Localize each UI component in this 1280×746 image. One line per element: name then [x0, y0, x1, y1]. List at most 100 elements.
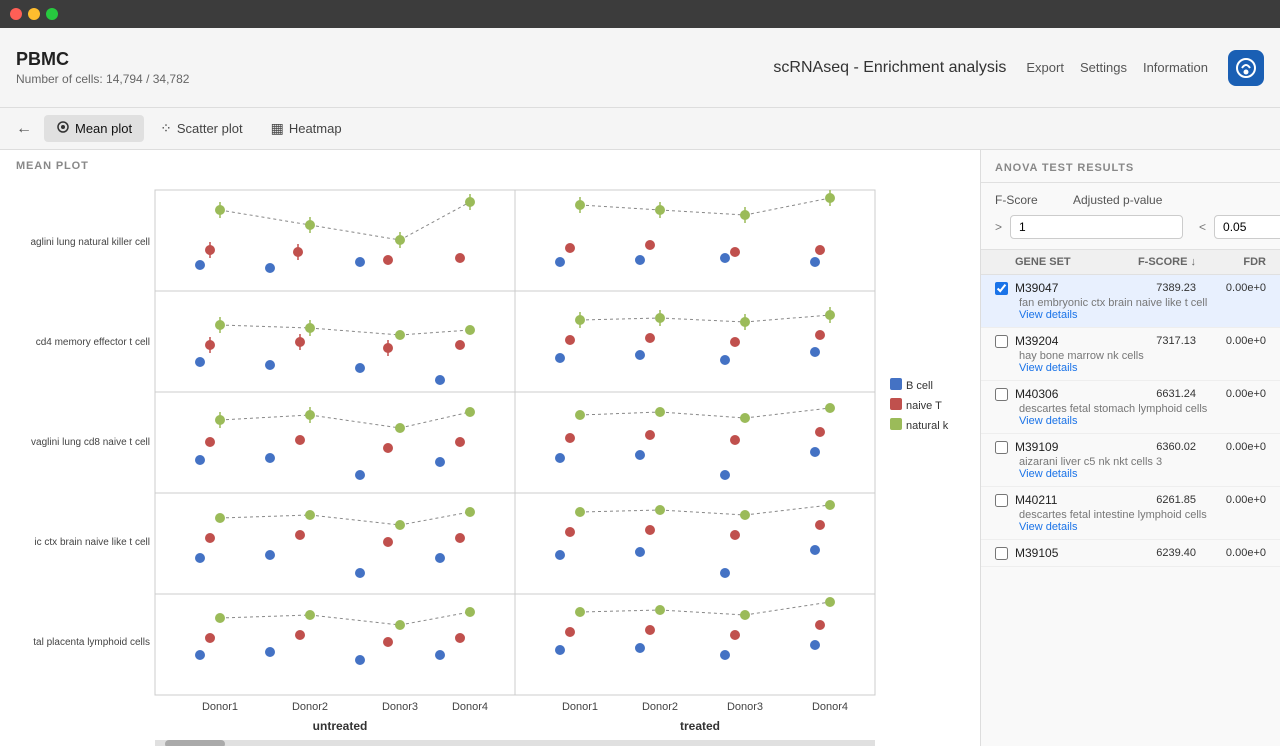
toolbar: ← Mean plot ⁘ Scatter plot ▦ Heatmap [0, 108, 1280, 150]
svg-text:Donor1: Donor1 [202, 701, 238, 713]
information-button[interactable]: Information [1143, 60, 1208, 75]
back-button[interactable]: ← [16, 120, 32, 138]
scrollbar-thumb[interactable] [165, 740, 225, 746]
fdr-val-1: 0.00e+0 [1196, 335, 1266, 347]
row-link-1[interactable]: View details [995, 362, 1266, 374]
result-row-2[interactable]: M40306 6631.24 0.00e+0 descartes fetal s… [981, 381, 1280, 434]
svg-text:natural k: natural k [906, 420, 949, 432]
fscore-filter-row: F-Score Adjusted p-value [995, 193, 1266, 207]
fscore-val-3: 6360.02 [1116, 441, 1196, 453]
fscore-val-1: 7317.13 [1116, 335, 1196, 347]
header-fscore[interactable]: F-SCORE ↓ [1116, 256, 1196, 268]
cell-count: Number of cells: 14,794 / 34,782 [16, 72, 189, 86]
result-row-1[interactable]: M39204 7317.13 0.00e+0 hay bone marrow n… [981, 328, 1280, 381]
row-link-3[interactable]: View details [995, 468, 1266, 480]
heatmap-icon: ▦ [271, 120, 284, 137]
results-table: M39047 7389.23 0.00e+0 fan embryonic ctx… [981, 275, 1280, 746]
svg-text:vaglini lung cd8 naive t cell: vaglini lung cd8 naive t cell [31, 437, 150, 448]
result-row-0[interactable]: M39047 7389.23 0.00e+0 fan embryonic ctx… [981, 275, 1280, 328]
row-checkbox-0[interactable] [995, 282, 1015, 295]
row-desc-0: fan embryonic ctx brain naive like t cel… [995, 297, 1266, 309]
settings-button[interactable]: Settings [1080, 60, 1127, 75]
fscore-input[interactable] [1010, 215, 1183, 239]
row-link-4[interactable]: View details [995, 521, 1266, 533]
fscore-prefix: > [995, 220, 1002, 234]
svg-text:ic ctx brain naive like t cell: ic ctx brain naive like t cell [34, 537, 150, 548]
minimize-button[interactable] [28, 8, 40, 20]
fscore-val-4: 6261.85 [1116, 494, 1196, 506]
close-button[interactable] [10, 8, 22, 20]
tab-scatter-plot-label: Scatter plot [177, 121, 243, 136]
header-actions: Export Settings Information [1026, 60, 1208, 75]
header-right: scRNAseq - Enrichment analysis Export Se… [773, 50, 1264, 86]
header-check [995, 256, 1015, 268]
fscore-val-0: 7389.23 [1116, 282, 1196, 294]
svg-text:tal placenta lymphoid cells: tal placenta lymphoid cells [33, 637, 150, 648]
scatter-plot-icon: ⁘ [160, 120, 172, 137]
tab-scatter-plot[interactable]: ⁘ Scatter plot [148, 115, 255, 142]
fdr-val-2: 0.00e+0 [1196, 388, 1266, 400]
right-panel: ANOVA TEST RESULTS F-Score Adjusted p-va… [980, 150, 1280, 746]
fdr-val-4: 0.00e+0 [1196, 494, 1266, 506]
svg-text:untreated: untreated [313, 719, 368, 733]
result-row-3[interactable]: M39109 6360.02 0.00e+0 aizarani liver c5… [981, 434, 1280, 487]
tab-heatmap[interactable]: ▦ Heatmap [259, 115, 354, 142]
row-checkbox-3[interactable] [995, 441, 1015, 454]
row-link-0[interactable]: View details [995, 309, 1266, 321]
tab-heatmap-label: Heatmap [289, 121, 342, 136]
anova-section-label: ANOVA TEST RESULTS [981, 150, 1280, 183]
result-row-4[interactable]: M40211 6261.85 0.00e+0 descartes fetal i… [981, 487, 1280, 540]
pvalue-input[interactable] [1214, 215, 1280, 239]
gene-set-name-5: M39105 [1015, 546, 1116, 560]
app-title: scRNAseq - Enrichment analysis [773, 59, 1006, 77]
mean-plot-icon [56, 120, 70, 137]
svg-text:Donor3: Donor3 [382, 701, 418, 713]
gene-set-name-3: M39109 [1015, 440, 1116, 454]
gene-set-name-1: M39204 [1015, 334, 1116, 348]
tab-mean-plot-label: Mean plot [75, 121, 132, 136]
pvalue-filter-label: Adjusted p-value [1073, 193, 1183, 207]
app-container: PBMC Number of cells: 14,794 / 34,782 sc… [0, 28, 1280, 746]
svg-text:Donor4: Donor4 [812, 701, 848, 713]
header-fdr: FDR [1196, 256, 1266, 268]
svg-text:Donor1: Donor1 [562, 701, 598, 713]
row-desc-2: descartes fetal stomach lymphoid cells [995, 403, 1266, 415]
row-checkbox-2[interactable] [995, 388, 1015, 401]
svg-text:Donor2: Donor2 [292, 701, 328, 713]
maximize-button[interactable] [46, 8, 58, 20]
row-checkbox-4[interactable] [995, 494, 1015, 507]
plot-area: MEAN PLOT aglini lung natural killer cel… [0, 150, 980, 746]
header-left: PBMC Number of cells: 14,794 / 34,782 [16, 49, 189, 86]
svg-text:Donor2: Donor2 [642, 701, 678, 713]
fdr-val-3: 0.00e+0 [1196, 441, 1266, 453]
filter-section: F-Score Adjusted p-value > < [981, 183, 1280, 250]
tab-mean-plot[interactable]: Mean plot [44, 115, 144, 142]
plot-content[interactable]: aglini lung natural killer cell cd4 memo… [0, 176, 980, 746]
fdr-val-0: 0.00e+0 [1196, 282, 1266, 294]
gene-set-name-2: M40306 [1015, 387, 1116, 401]
svg-text:Donor3: Donor3 [727, 701, 763, 713]
row-desc-3: aizarani liver c5 nk nkt cells 3 [995, 456, 1266, 468]
row-link-2[interactable]: View details [995, 415, 1266, 427]
fscore-val-5: 6239.40 [1116, 547, 1196, 559]
row-checkbox-5[interactable] [995, 547, 1015, 560]
fdr-val-5: 0.00e+0 [1196, 547, 1266, 559]
row-checkbox-1[interactable] [995, 335, 1015, 348]
titlebar [0, 0, 1280, 28]
filter-inputs-row: > < [995, 215, 1266, 239]
gene-set-name-4: M40211 [1015, 493, 1116, 507]
horizontal-scrollbar[interactable] [155, 740, 875, 746]
export-button[interactable]: Export [1026, 60, 1064, 75]
mean-plot-svg: aglini lung natural killer cell cd4 memo… [0, 180, 950, 740]
row-desc-4: descartes fetal intestine lymphoid cells [995, 509, 1266, 521]
result-row-5[interactable]: M39105 6239.40 0.00e+0 [981, 540, 1280, 567]
svg-text:naive T: naive T [906, 400, 942, 412]
fscore-val-2: 6631.24 [1116, 388, 1196, 400]
svg-text:cd4 memory effector t cell: cd4 memory effector t cell [36, 337, 150, 348]
results-table-header: GENE SET F-SCORE ↓ FDR [981, 250, 1280, 275]
row-desc-1: hay bone marrow nk cells [995, 350, 1266, 362]
page-title: PBMC [16, 49, 189, 70]
main-area: MEAN PLOT aglini lung natural killer cel… [0, 150, 1280, 746]
gene-set-name-0: M39047 [1015, 281, 1116, 295]
pvalue-prefix: < [1199, 220, 1206, 234]
